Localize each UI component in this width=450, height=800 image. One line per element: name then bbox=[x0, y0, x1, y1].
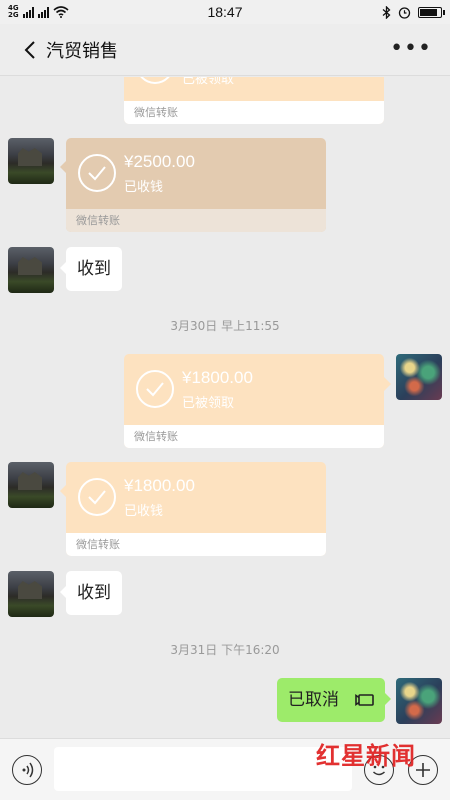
back-button[interactable] bbox=[0, 24, 36, 76]
transfer-footer: 微信转账 bbox=[66, 209, 326, 232]
network-bottom-label: 2G bbox=[8, 11, 19, 19]
contact-avatar[interactable] bbox=[8, 247, 54, 293]
transfer-amount: ¥1800.00 bbox=[182, 368, 253, 387]
watermark-text: 红星新闻 bbox=[316, 741, 416, 770]
chevron-left-icon bbox=[24, 40, 35, 59]
alarm-icon bbox=[398, 6, 411, 19]
transfer-footer: 微信转账 bbox=[66, 533, 326, 556]
my-avatar[interactable] bbox=[396, 354, 442, 400]
contact-avatar[interactable] bbox=[8, 462, 54, 508]
transfer-amount: ¥2500.00 bbox=[124, 152, 195, 171]
contact-avatar[interactable] bbox=[8, 571, 54, 617]
text-message-received[interactable]: 收到 bbox=[60, 247, 122, 291]
transfer-message-sent[interactable]: ¥1800.00 已被领取 微信转账 bbox=[124, 354, 384, 448]
call-status-text: 已取消 bbox=[288, 690, 339, 710]
transfer-amount: ¥1800.00 bbox=[124, 476, 195, 495]
transfer-state: 已被领取 bbox=[182, 396, 235, 411]
transfer-state: 已收钱 bbox=[124, 504, 164, 519]
signal-bars-2-icon bbox=[37, 6, 49, 18]
transfer-top: ¥1800.00 已被领取 bbox=[124, 354, 384, 425]
signal-bars-icon bbox=[22, 6, 34, 18]
my-avatar[interactable] bbox=[396, 678, 442, 724]
status-right bbox=[292, 5, 445, 19]
news-watermark: 红星新闻 bbox=[316, 736, 416, 771]
message-timestamp: 3月30日 早上11:55 bbox=[170, 319, 280, 333]
status-bar: 4G 2G 18:47 bbox=[0, 0, 450, 24]
check-circle-icon bbox=[78, 154, 116, 192]
network-type: 4G 2G bbox=[8, 5, 19, 19]
transfer-footer: 微信转账 bbox=[124, 425, 384, 448]
call-cancelled-message[interactable]: 已取消 bbox=[277, 678, 391, 722]
voice-icon bbox=[22, 762, 34, 778]
chat-header: 汽贸销售 ••• bbox=[0, 24, 450, 76]
message-timestamp: 3月31日 下午16:20 bbox=[170, 643, 280, 657]
status-time: 18:47 bbox=[207, 4, 243, 20]
transfer-top: ¥1800.00 已收钱 bbox=[66, 462, 326, 533]
check-circle-icon bbox=[136, 77, 174, 84]
bluetooth-icon bbox=[382, 5, 391, 19]
bubble-tail bbox=[384, 377, 391, 391]
transfer-state: 已收钱 bbox=[124, 180, 164, 195]
transfer-message-sent[interactable]: 已被领取 微信转账 bbox=[124, 77, 384, 124]
transfer-message-received[interactable]: ¥2500.00 已收钱 微信转账 bbox=[66, 138, 326, 232]
text-message-received[interactable]: 收到 bbox=[60, 571, 122, 615]
transfer-message-received[interactable]: ¥1800.00 已收钱 微信转账 bbox=[66, 462, 326, 556]
video-call-icon bbox=[355, 694, 374, 706]
message-list[interactable]: 已被领取 微信转账 ¥2500.00 已收钱 微信转账 收到 3月30日 早上1… bbox=[0, 77, 450, 737]
voice-input-button[interactable] bbox=[12, 755, 42, 785]
status-left: 4G 2G bbox=[8, 5, 158, 19]
chat-title: 汽贸销售 bbox=[46, 40, 118, 61]
battery-fill bbox=[420, 8, 437, 16]
contact-avatar[interactable] bbox=[8, 138, 54, 184]
message-input[interactable] bbox=[54, 747, 352, 791]
check-circle-icon bbox=[78, 478, 116, 516]
transfer-state: 已被领取 bbox=[182, 77, 235, 87]
transfer-top: 已被领取 bbox=[124, 77, 384, 101]
transfer-footer: 微信转账 bbox=[124, 101, 384, 124]
more-options-button[interactable]: ••• bbox=[390, 38, 432, 60]
wifi-icon bbox=[53, 6, 69, 18]
check-circle-icon bbox=[136, 370, 174, 408]
transfer-top: ¥2500.00 已收钱 bbox=[66, 138, 326, 209]
battery-icon bbox=[418, 6, 445, 18]
